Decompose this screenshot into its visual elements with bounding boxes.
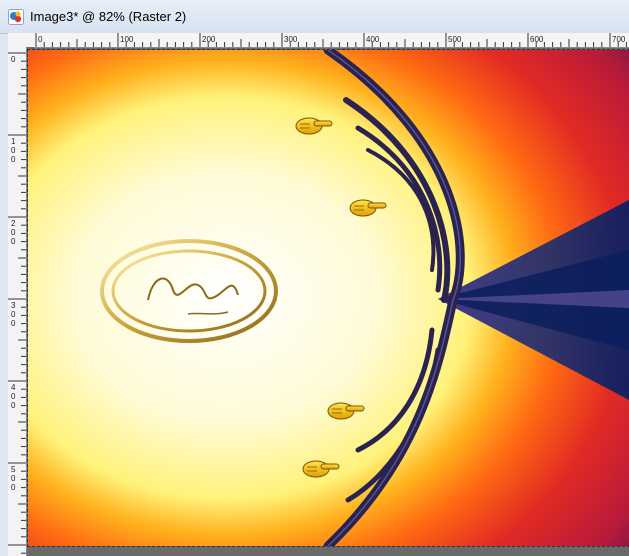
ruler-label: 0 — [11, 319, 16, 328]
ruler-label: 0 — [11, 237, 16, 246]
vertical-ruler-ticks: 0100200300400500 — [8, 52, 26, 554]
horizontal-ruler-ticks: 0 100 200 300 400 500 600 700 — [35, 33, 627, 47]
vertical-ruler[interactable]: 0100200300400500 — [8, 47, 27, 556]
ruler-label: 500 — [448, 35, 462, 44]
horizontal-ruler[interactable]: 0 100 200 300 400 500 600 700 — [34, 33, 629, 48]
ruler-label: 0 — [11, 483, 16, 492]
paintshop-pro-icon — [8, 9, 24, 25]
window-title: Image3* @ 82% (Raster 2) — [30, 9, 187, 24]
ruler-label: 0 — [11, 392, 16, 401]
ruler-label: 0 — [11, 146, 16, 155]
ruler-label: 0 — [11, 310, 16, 319]
canvas-artwork — [28, 50, 629, 546]
ruler-label: 0 — [38, 35, 43, 44]
ruler-label: 700 — [612, 35, 626, 44]
title-bar: Image3* @ 82% (Raster 2) — [0, 0, 629, 34]
ruler-label: 4 — [11, 383, 16, 392]
ruler-label: 300 — [284, 35, 298, 44]
ruler-label: 600 — [530, 35, 544, 44]
image-window-frame: 0 100 200 300 400 500 600 700 0100200300400500 — [8, 33, 629, 556]
ruler-label: 400 — [366, 35, 380, 44]
ruler-label: 200 — [202, 35, 216, 44]
image-canvas[interactable] — [27, 49, 629, 547]
ruler-label: 100 — [120, 35, 134, 44]
ruler-label: 0 — [11, 55, 16, 64]
ruler-corner — [8, 33, 34, 47]
ruler-label: 1 — [11, 137, 16, 146]
ruler-label: 5 — [11, 465, 16, 474]
ruler-label: 2 — [11, 219, 16, 228]
ruler-label: 3 — [11, 301, 16, 310]
ruler-label: 0 — [11, 401, 16, 410]
ruler-label: 0 — [11, 228, 16, 237]
ruler-label: 0 — [11, 155, 16, 164]
ruler-label: 0 — [11, 474, 16, 483]
